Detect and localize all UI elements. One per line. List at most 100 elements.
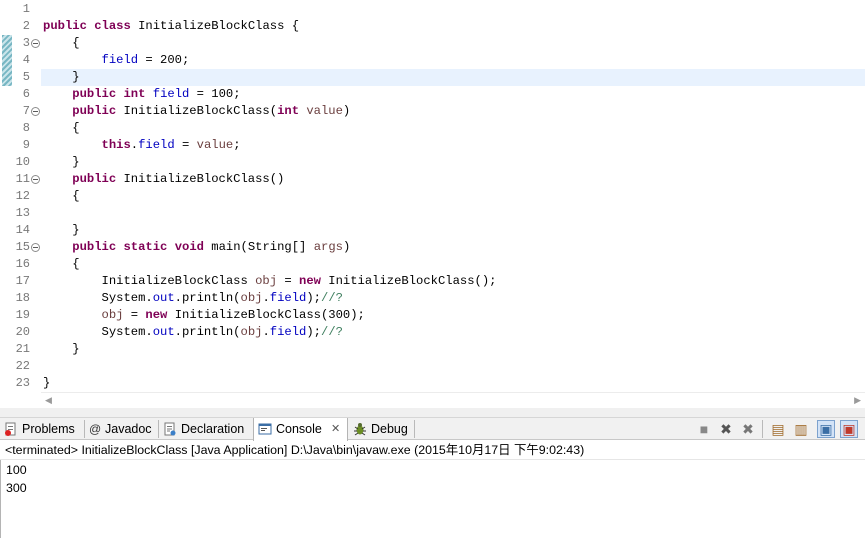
- scroll-left-arrow-icon[interactable]: ◀: [45, 395, 52, 406]
- line-number: 19: [15, 308, 30, 322]
- tab-javadoc[interactable]: @ Javadoc: [85, 418, 158, 440]
- code-token: value: [196, 138, 234, 152]
- code-token: static: [123, 240, 168, 254]
- code-token: obj: [240, 325, 263, 339]
- declaration-icon: [164, 422, 176, 436]
- code-token: this: [101, 138, 131, 152]
- code-token: int: [123, 87, 146, 101]
- code-line[interactable]: {: [43, 35, 79, 52]
- code-token: InitializeBlockClass();: [320, 274, 497, 288]
- line-number: 14: [15, 223, 30, 237]
- code-line[interactable]: }: [43, 69, 80, 86]
- line-number: 2: [22, 19, 30, 33]
- tab-label: Debug: [371, 422, 408, 436]
- code-token: field: [152, 87, 190, 101]
- code-line[interactable]: InitializeBlockClass obj = new Initializ…: [43, 273, 497, 290]
- fold-collapse-icon[interactable]: [31, 39, 40, 48]
- line-number: 23: [15, 376, 30, 390]
- line-number: 8: [22, 121, 30, 135]
- line-number-ruler: 1 2 3 4 5 6 7 8 9 10 11 12 13 14 15 16 17 18 19 20 21 22 23: [0, 0, 41, 392]
- tab-label: Declaration: [181, 422, 245, 436]
- line-number: 13: [15, 206, 30, 220]
- line-number: 16: [15, 257, 30, 271]
- code-token: obj: [240, 291, 263, 305]
- code-token: =: [174, 138, 197, 152]
- console-output[interactable]: 100 300: [0, 460, 865, 538]
- fold-collapse-icon[interactable]: [31, 243, 40, 252]
- code-token: int: [277, 104, 300, 118]
- code-line[interactable]: }: [43, 222, 80, 239]
- clear-console-icon[interactable]: ▤: [769, 420, 787, 438]
- line-number: 18: [15, 291, 30, 305]
- code-line[interactable]: public static void main(String[] args): [43, 239, 350, 256]
- code-line[interactable]: }: [43, 341, 79, 358]
- problems-icon: [5, 422, 16, 436]
- code-token: obj: [101, 308, 124, 322]
- tab-label: Console: [276, 422, 322, 436]
- tab-label: Javadoc: [105, 422, 152, 436]
- tab-declaration[interactable]: Declaration: [159, 418, 253, 440]
- show-console-stdout-icon[interactable]: ▣: [817, 420, 835, 438]
- code-line[interactable]: public int field = 100;: [43, 86, 240, 103]
- code-token: );: [306, 291, 321, 305]
- line-number: 15: [15, 240, 30, 254]
- code-token: new: [145, 308, 168, 322]
- scroll-lock-icon[interactable]: ▥: [792, 420, 810, 438]
- code-token: System.: [43, 291, 153, 305]
- code-line[interactable]: public InitializeBlockClass(): [43, 171, 284, 188]
- fold-collapse-icon[interactable]: [31, 175, 40, 184]
- fold-collapse-icon[interactable]: [31, 107, 40, 116]
- tab-debug[interactable]: Debug: [349, 418, 414, 440]
- remove-all-terminated-icon[interactable]: ✖: [739, 420, 757, 438]
- code-line[interactable]: }: [43, 154, 80, 171]
- code-line[interactable]: this.field = value;: [43, 137, 241, 154]
- code-token: }: [43, 70, 80, 84]
- remove-launch-icon[interactable]: ✖: [717, 420, 735, 438]
- code-line[interactable]: {: [43, 188, 79, 205]
- code-line[interactable]: System.out.println(obj.field);//?: [43, 290, 343, 307]
- code-line[interactable]: field = 200;: [43, 52, 190, 69]
- code-editor[interactable]: 1 2 3 4 5 6 7 8 9 10 11 12 13 14 15 16 17 18 19 20 21 22 23 pu…: [0, 0, 865, 392]
- code-token: }: [43, 376, 51, 390]
- code-token: InitializeBlockClass(300);: [167, 308, 365, 322]
- line-number: 6: [22, 87, 30, 101]
- code-line[interactable]: public class InitializeBlockClass {: [43, 18, 299, 35]
- code-token: //?: [321, 325, 343, 339]
- code-line[interactable]: {: [43, 256, 80, 273]
- code-token: InitializeBlockClass: [43, 274, 256, 288]
- code-token: }: [43, 155, 80, 169]
- debug-bug-icon: [354, 423, 366, 436]
- code-token: void: [174, 240, 204, 254]
- code-token: main(String[]: [203, 240, 314, 254]
- javadoc-at-icon: @: [89, 422, 102, 436]
- line-number: 3: [22, 36, 30, 50]
- close-tab-icon[interactable]: ✕: [331, 418, 340, 440]
- code-line[interactable]: public InitializeBlockClass(int value): [43, 103, 350, 120]
- code-token: {: [43, 257, 80, 271]
- tab-console[interactable]: Console ✕: [253, 418, 348, 441]
- code-token: //?: [321, 291, 343, 305]
- view-sash[interactable]: [0, 408, 865, 417]
- code-line[interactable]: }: [43, 375, 50, 392]
- code-token: InitializeBlockClass(): [116, 172, 285, 186]
- editor-horizontal-scrollbar[interactable]: ◀ ▶: [41, 392, 865, 408]
- code-token: field: [138, 138, 175, 152]
- tab-problems[interactable]: Problems: [0, 418, 83, 440]
- line-number: 12: [15, 189, 30, 203]
- code-token: {: [43, 121, 80, 135]
- code-token: obj: [255, 274, 278, 288]
- scroll-right-arrow-icon[interactable]: ▶: [854, 395, 861, 406]
- code-line[interactable]: {: [43, 120, 80, 137]
- code-token: System.: [43, 325, 153, 339]
- code-line[interactable]: obj = new InitializeBlockClass(300);: [43, 307, 365, 324]
- code-token: }: [43, 223, 80, 237]
- terminate-icon[interactable]: ■: [695, 420, 713, 438]
- line-number: 21: [15, 342, 30, 356]
- show-console-stderr-icon[interactable]: ▣: [840, 420, 858, 438]
- code-line[interactable]: System.out.println(obj.field);//?: [43, 324, 343, 341]
- code-token: .println(: [174, 325, 241, 339]
